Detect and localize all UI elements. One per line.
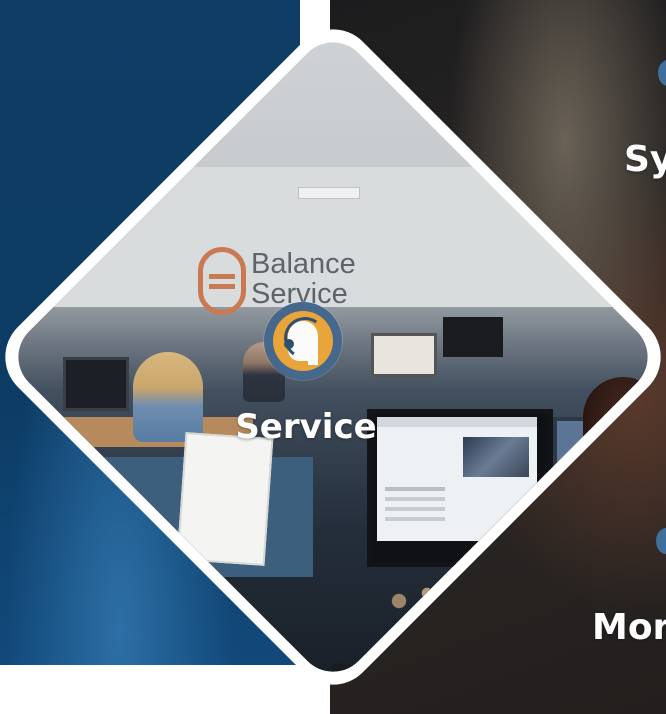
service-tile-label[interactable]: Service — [232, 405, 380, 449]
headset-support-icon — [264, 302, 342, 380]
logo-text-line1: Balance — [251, 248, 356, 280]
tile-label-right-bottom[interactable]: Mor — [592, 606, 666, 650]
tile-label-right-top[interactable]: Sy — [624, 138, 666, 182]
company-logo-text: Balance Service — [251, 248, 356, 310]
monitor-screen-text — [385, 487, 445, 491]
headset-icon — [280, 313, 330, 363]
service-tiles-banner: Sy Mor Balance Service Service — [0, 0, 666, 714]
company-logo-mark — [198, 247, 246, 315]
microphone-icon — [284, 339, 294, 349]
office-worker — [132, 352, 204, 442]
monitor-screen-image — [463, 437, 529, 477]
ceiling-light — [298, 187, 360, 199]
office-monitor — [371, 333, 437, 377]
headset-support-icon-fill — [273, 311, 333, 371]
monitor-screen-header — [377, 417, 537, 427]
office-monitor — [63, 357, 129, 411]
office-monitor — [443, 317, 503, 357]
